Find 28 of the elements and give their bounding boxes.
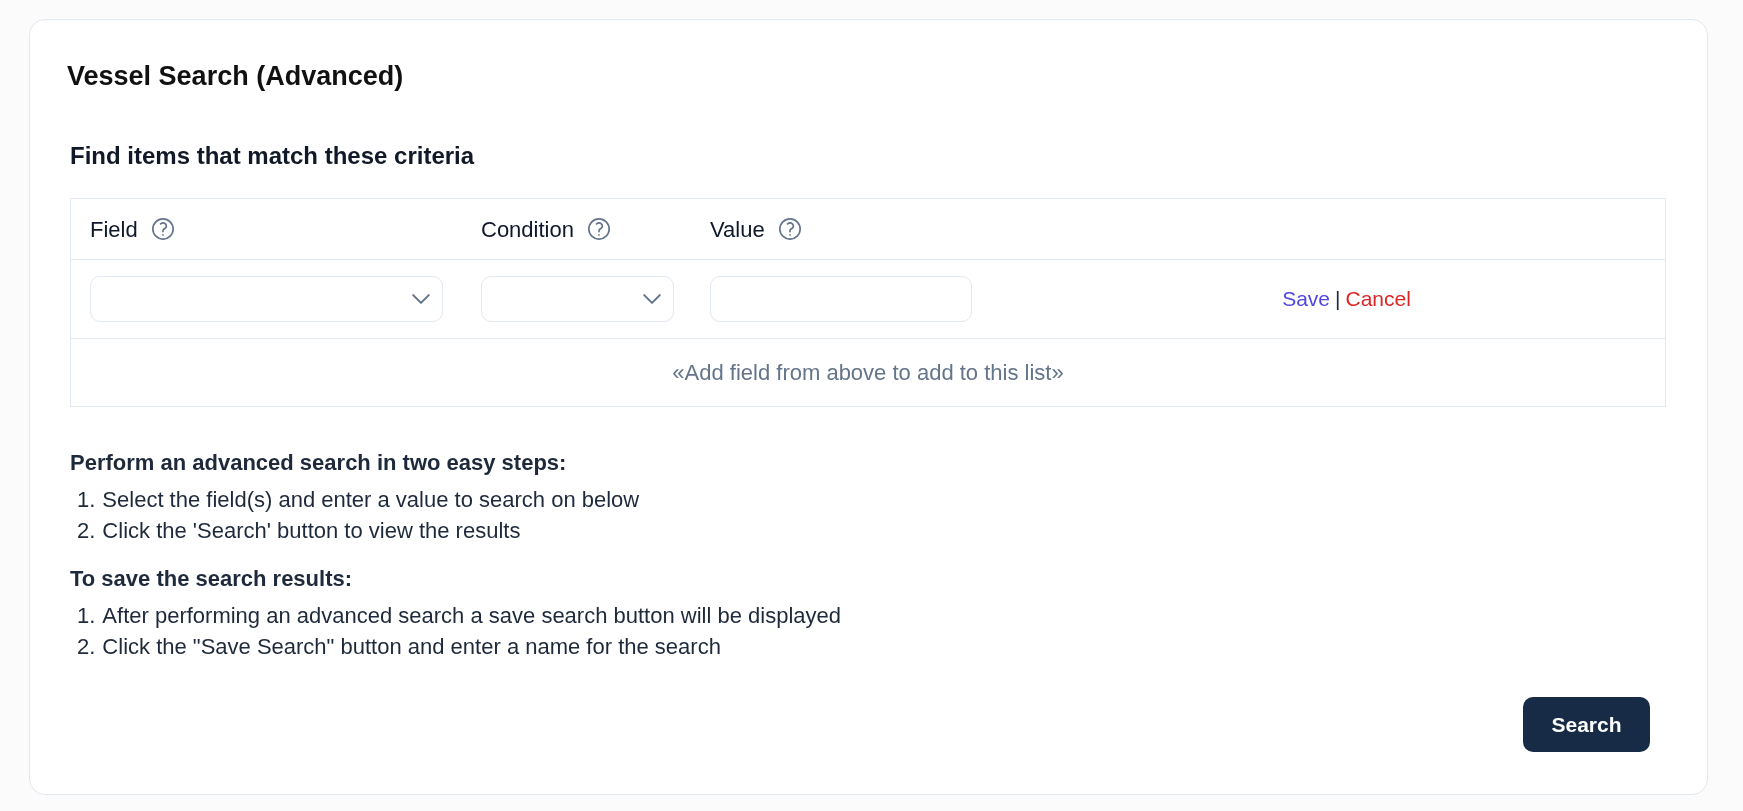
step-text: Click the 'Search' button to view the results xyxy=(102,517,521,545)
step-text: Select the field(s) and enter a value to search on below xyxy=(102,486,640,514)
section-heading: Find items that match these criteria xyxy=(70,141,475,171)
cancel-link[interactable]: Cancel xyxy=(1345,283,1411,315)
instructions-heading: Perform an advanced search in two easy steps: xyxy=(70,449,567,477)
step-text: After performing an advanced search a save search button will be displayed xyxy=(102,602,841,630)
step-number: 2. xyxy=(77,633,96,661)
step-number: 1. xyxy=(77,486,96,514)
help-icon[interactable] xyxy=(587,218,610,240)
empty-list-message: «Add field from above to add to this list» xyxy=(672,359,1064,387)
help-icon[interactable] xyxy=(151,218,174,240)
column-header: Field xyxy=(90,215,138,244)
chevron-down-icon xyxy=(643,294,661,304)
link-separator: | xyxy=(1335,286,1341,313)
step-number: 2. xyxy=(77,517,96,545)
step-text: Click the "Save Search" button and enter a name for the search xyxy=(102,633,721,661)
save-link[interactable]: Save xyxy=(1282,283,1330,315)
dropdown-field[interactable] xyxy=(481,276,674,322)
dropdown-field[interactable] xyxy=(90,276,443,322)
text-input-field[interactable] xyxy=(710,276,972,322)
search-button[interactable]: Search xyxy=(1523,697,1650,752)
column-header: Condition xyxy=(481,215,574,244)
column-header: Value xyxy=(710,215,765,244)
step-number: 1. xyxy=(77,602,96,630)
page-title: Vessel Search (Advanced) xyxy=(67,60,404,92)
chevron-down-icon xyxy=(412,294,430,304)
help-icon[interactable] xyxy=(778,218,801,240)
instructions-heading: To save the search results: xyxy=(70,565,353,593)
